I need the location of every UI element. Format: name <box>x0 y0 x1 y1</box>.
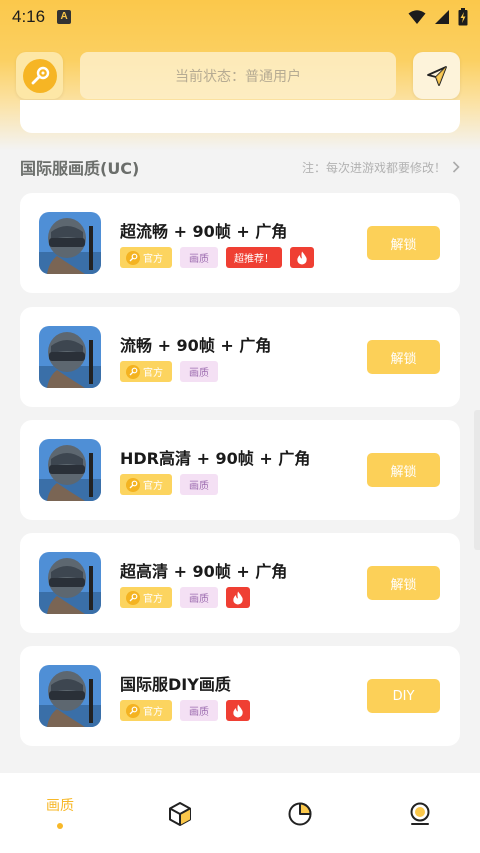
game-thumbnail <box>39 552 101 614</box>
quality-tag: 画质 <box>180 474 218 495</box>
recommend-tag: 超推荐！ <box>226 247 282 268</box>
coin-icon <box>126 477 140 492</box>
coin-icon <box>126 590 140 605</box>
card-tags: 官方 画质 <box>120 474 218 495</box>
official-tag: 官方 <box>120 587 172 608</box>
unlock-button[interactable]: 解锁 <box>367 340 440 374</box>
card-tags: 官方 画质 <box>120 361 218 382</box>
official-tag-label: 官方 <box>143 707 163 718</box>
official-tag: 官方 <box>120 247 172 268</box>
quality-tag: 画质 <box>180 700 218 721</box>
user-status-display: 当前状态：普通用户 <box>80 52 396 99</box>
bottom-nav: 画质 <box>0 773 480 853</box>
official-tag-label: 官方 <box>143 594 163 605</box>
share-button[interactable] <box>413 52 460 99</box>
side-handle[interactable] <box>474 410 480 550</box>
coin-icon <box>126 364 140 379</box>
official-tag-label: 官方 <box>143 368 163 379</box>
unlock-button[interactable]: 解锁 <box>367 453 440 487</box>
fire-icon <box>290 247 314 268</box>
wifi-icon <box>408 10 426 24</box>
chevron-right-icon <box>452 161 460 173</box>
signal-icon <box>435 10 449 24</box>
tools-button[interactable] <box>16 52 63 99</box>
game-thumbnail <box>39 326 101 388</box>
quality-tag: 画质 <box>180 587 218 608</box>
card-title: 超流畅 + 90帧 + 广角 <box>120 222 288 241</box>
previous-section-card <box>20 100 460 133</box>
wrench-icon <box>22 58 57 93</box>
status-time: 4:16 <box>12 7 46 26</box>
quality-card-5: 国际服DIY画质 官方 画质 DIY <box>20 646 460 746</box>
notification-a-icon: A <box>57 10 72 24</box>
game-thumbnail <box>39 212 101 274</box>
paper-plane-icon <box>426 65 447 86</box>
quality-tag: 画质 <box>180 361 218 382</box>
card-title: 超高清 + 90帧 + 广角 <box>120 562 288 581</box>
pie-chart-icon <box>288 802 312 826</box>
unlock-button[interactable]: 解锁 <box>367 566 440 600</box>
game-thumbnail <box>39 665 101 727</box>
section-title: 国际服画质(UC) <box>20 159 140 178</box>
quality-card-2: 流畅 + 90帧 + 广角 官方 画质 解锁 <box>20 307 460 407</box>
status-bar: 4:16 A <box>0 0 480 34</box>
card-title: HDR高清 + 90帧 + 广角 <box>120 449 311 468</box>
section-note-link[interactable]: 注：每次进游戏都要修改！ <box>302 159 460 176</box>
cube-icon <box>169 802 191 826</box>
game-thumbnail <box>39 439 101 501</box>
section-header: 国际服画质(UC) 注：每次进游戏都要修改！ <box>20 150 460 184</box>
fire-icon <box>226 587 250 608</box>
official-tag-label: 官方 <box>143 254 163 265</box>
quality-card-4: 超高清 + 90帧 + 广角 官方 画质 解锁 <box>20 533 460 633</box>
tab-cube[interactable] <box>120 773 240 853</box>
tab-profile[interactable] <box>360 773 480 853</box>
diy-button[interactable]: DIY <box>367 679 440 713</box>
official-tag-label: 官方 <box>143 481 163 492</box>
quality-card-1: 超流畅 + 90帧 + 广角 官方 画质 超推荐！ 解锁 <box>20 193 460 293</box>
tab-chart[interactable] <box>240 773 360 853</box>
coin-icon <box>126 703 140 718</box>
fire-icon <box>226 700 250 721</box>
active-indicator <box>57 823 63 829</box>
profile-icon <box>410 802 430 825</box>
battery-icon <box>458 8 468 26</box>
card-tags: 官方 画质 <box>120 587 250 608</box>
official-tag: 官方 <box>120 700 172 721</box>
card-tags: 官方 画质 <box>120 700 250 721</box>
tab-quality-label: 画质 <box>46 798 74 814</box>
quality-tag: 画质 <box>180 247 218 268</box>
card-title: 国际服DIY画质 <box>120 675 231 694</box>
section-note-text: 注：每次进游戏都要修改！ <box>301 160 446 175</box>
unlock-button[interactable]: 解锁 <box>367 226 440 260</box>
top-header: 当前状态：普通用户 <box>16 52 460 99</box>
tab-quality[interactable]: 画质 <box>0 773 120 853</box>
card-title: 流畅 + 90帧 + 广角 <box>120 336 272 355</box>
coin-icon <box>126 250 140 265</box>
official-tag: 官方 <box>120 474 172 495</box>
official-tag: 官方 <box>120 361 172 382</box>
card-tags: 官方 画质 超推荐！ <box>120 247 314 268</box>
quality-card-3: HDR高清 + 90帧 + 广角 官方 画质 解锁 <box>20 420 460 520</box>
